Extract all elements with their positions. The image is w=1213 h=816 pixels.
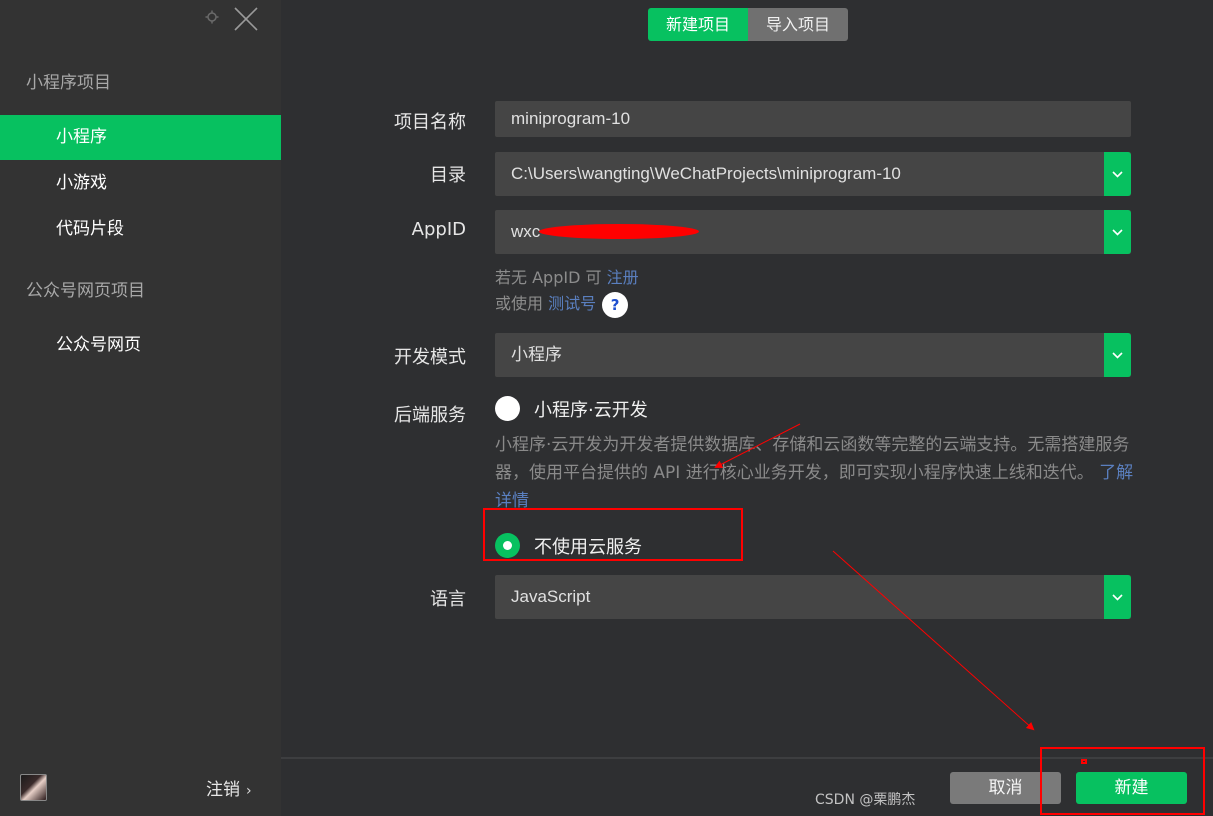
tab-new-project[interactable]: 新建项目 <box>648 8 748 41</box>
appid-hint-text: 若无 AppID 可 <box>495 268 607 287</box>
directory-dropdown-button[interactable] <box>1104 152 1131 196</box>
sidebar-group-official-account-projects: 公众号网页项目 <box>26 281 145 301</box>
test-account-link[interactable]: 测试号 <box>548 294 596 313</box>
redaction-mark <box>539 224 699 239</box>
project-name-input[interactable]: miniprogram-10 <box>495 101 1131 137</box>
sidebar: 小程序项目 小程序 小游戏 代码片段 公众号网页项目 公众号网页 注销 › <box>0 0 281 816</box>
dev-mode-value: 小程序 <box>511 345 562 364</box>
directory-label: 目录 <box>430 165 466 186</box>
cloud-dev-label[interactable]: 小程序·云开发 <box>534 396 648 422</box>
close-icon[interactable] <box>233 6 259 32</box>
tab-import-project[interactable]: 导入项目 <box>748 8 848 41</box>
cloud-dev-radio[interactable] <box>495 396 520 421</box>
sidebar-item-official-account-web[interactable]: 公众号网页 <box>0 323 281 368</box>
language-value: JavaScript <box>511 587 591 606</box>
settings-gear-icon[interactable] <box>205 10 219 24</box>
sidebar-item-minigame[interactable]: 小游戏 <box>0 161 281 206</box>
annotation-box-create <box>1040 747 1205 815</box>
appid-hint2-text: 或使用 <box>495 294 549 313</box>
logout-button[interactable]: 注销 › <box>206 775 252 800</box>
dev-mode-dropdown-button[interactable] <box>1104 333 1131 377</box>
language-select[interactable]: JavaScript <box>495 575 1131 619</box>
logout-label: 注销 <box>206 780 240 800</box>
directory-input[interactable]: C:\Users\wangting\WeChatProjects\minipro… <box>495 152 1131 196</box>
annotation-small-square <box>1081 759 1087 764</box>
language-dropdown-button[interactable] <box>1104 575 1131 619</box>
appid-input[interactable]: wxc <box>495 210 1131 254</box>
annotation-box-no-cloud <box>483 508 743 561</box>
register-link[interactable]: 注册 <box>607 268 639 287</box>
main-panel: 新建项目 导入项目 项目名称 miniprogram-10 目录 C:\User… <box>281 0 1213 816</box>
directory-value: C:\Users\wangting\WeChatProjects\minipro… <box>511 164 901 183</box>
chevron-down-icon <box>1112 593 1123 601</box>
appid-register-hint: 若无 AppID 可 注册 <box>495 264 639 288</box>
chevron-right-icon: › <box>246 783 252 799</box>
help-icon[interactable]: ? <box>602 291 629 318</box>
appid-dropdown-button[interactable] <box>1104 210 1131 254</box>
avatar[interactable] <box>20 774 47 801</box>
cloud-dev-description-text: 小程序·云开发为开发者提供数据库、存储和云函数等完整的云端支持。无需搭建服务器，… <box>495 435 1130 483</box>
sidebar-group-miniprogram-projects: 小程序项目 <box>26 73 111 93</box>
project-tabs: 新建项目 导入项目 <box>648 8 848 41</box>
dev-mode-select[interactable]: 小程序 <box>495 333 1131 377</box>
appid-test-hint: 或使用 测试号? <box>495 290 629 318</box>
project-name-value: miniprogram-10 <box>511 109 631 128</box>
project-name-label: 项目名称 <box>394 112 466 133</box>
chevron-down-icon <box>1112 228 1123 236</box>
dev-mode-label: 开发模式 <box>394 347 466 368</box>
chevron-down-icon <box>1112 170 1123 178</box>
cloud-dev-description: 小程序·云开发为开发者提供数据库、存储和云函数等完整的云端支持。无需搭建服务器，… <box>495 431 1135 515</box>
appid-value: wxc <box>511 222 541 241</box>
language-label: 语言 <box>430 589 466 610</box>
chevron-down-icon <box>1112 351 1123 359</box>
sidebar-item-code-snippet[interactable]: 代码片段 <box>0 207 281 252</box>
appid-label: AppID <box>411 219 466 240</box>
sidebar-item-miniprogram[interactable]: 小程序 <box>0 115 281 160</box>
backend-label: 后端服务 <box>394 405 466 426</box>
